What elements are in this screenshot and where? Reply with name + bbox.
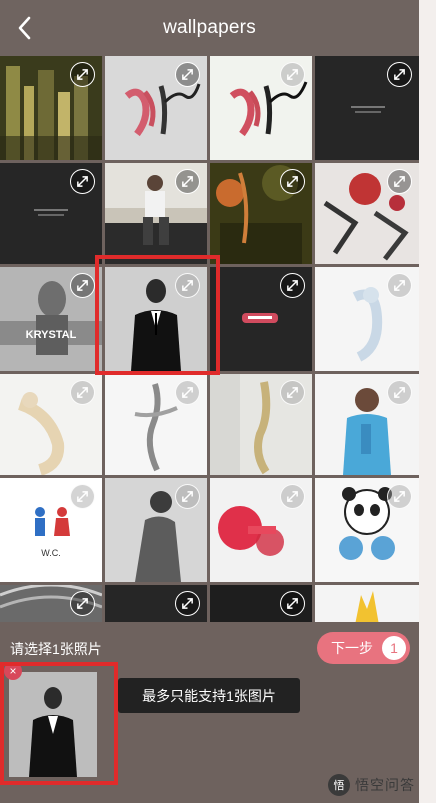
photo-tile[interactable]: [105, 163, 207, 264]
expand-icon[interactable]: [387, 62, 412, 87]
photo-tile[interactable]: [105, 374, 207, 475]
expand-icon[interactable]: [280, 591, 305, 616]
expand-icon[interactable]: [175, 62, 200, 87]
expand-icon[interactable]: [175, 169, 200, 194]
expand-icon[interactable]: [175, 591, 200, 616]
top-bar: wallpapers: [0, 0, 419, 56]
photo-tile[interactable]: [315, 163, 419, 264]
photo-tile[interactable]: [315, 56, 419, 160]
photo-tile[interactable]: [315, 374, 419, 475]
selection-hint: 请选择1张照片: [10, 641, 102, 657]
expand-icon[interactable]: [70, 273, 95, 298]
photo-tile[interactable]: [315, 585, 419, 622]
photo-tile[interactable]: KRYSTAL: [0, 267, 102, 371]
photo-tile[interactable]: [210, 56, 312, 160]
photo-tile[interactable]: [210, 163, 312, 264]
photo-tile[interactable]: [210, 267, 312, 371]
chevron-left-icon: [18, 16, 31, 40]
expand-icon[interactable]: [280, 484, 305, 509]
expand-icon[interactable]: [280, 273, 305, 298]
selected-count-badge: 1: [382, 636, 406, 660]
expand-icon[interactable]: [70, 62, 95, 87]
side-margin: [419, 0, 436, 803]
photo-tile[interactable]: [105, 585, 207, 622]
photo-tile[interactable]: [210, 585, 312, 622]
expand-icon[interactable]: [175, 380, 200, 405]
expand-icon[interactable]: [280, 169, 305, 194]
photo-tile[interactable]: [105, 56, 207, 160]
watermark-logo: 悟: [328, 774, 350, 796]
expand-icon[interactable]: [70, 484, 95, 509]
photo-tile[interactable]: [105, 478, 207, 582]
expand-icon[interactable]: [280, 62, 305, 87]
anime-character-image: [315, 585, 419, 622]
next-step-label: 下一步: [331, 640, 373, 656]
photo-tile[interactable]: [0, 585, 102, 622]
limit-toast: 最多只能支持1张图片: [118, 678, 300, 713]
photo-tile[interactable]: [0, 374, 102, 475]
photo-tile[interactable]: [0, 163, 102, 264]
wc-sign-text: W.C.: [41, 548, 61, 558]
photo-tile[interactable]: [0, 56, 102, 160]
expand-icon[interactable]: [387, 380, 412, 405]
photo-tile[interactable]: [210, 478, 312, 582]
next-step-button[interactable]: 下一步 1: [317, 632, 410, 664]
watermark-text: 悟空问答: [355, 777, 415, 793]
back-button[interactable]: [10, 12, 40, 44]
photo-tile[interactable]: [210, 374, 312, 475]
expand-icon[interactable]: [387, 273, 412, 298]
expand-icon[interactable]: [175, 484, 200, 509]
watermark: 悟 悟空问答: [328, 771, 415, 799]
krystal-logo-text: KRYSTAL: [26, 329, 77, 341]
photo-tile[interactable]: [315, 478, 419, 582]
expand-icon[interactable]: [70, 591, 95, 616]
expand-icon[interactable]: [387, 169, 412, 194]
expand-icon[interactable]: [387, 484, 412, 509]
page-title: wallpapers: [163, 17, 256, 38]
thumbnail-highlight: [0, 662, 118, 785]
selection-highlight: [95, 255, 220, 375]
expand-icon[interactable]: [70, 380, 95, 405]
photo-tile[interactable]: W.C.: [0, 478, 102, 582]
expand-icon[interactable]: [280, 380, 305, 405]
expand-icon[interactable]: [70, 169, 95, 194]
photo-picker-screen: wallpapers KRYSTAL W.C. 请选择1张照片 下一步 1 × …: [0, 0, 419, 803]
photo-tile[interactable]: [315, 267, 419, 371]
